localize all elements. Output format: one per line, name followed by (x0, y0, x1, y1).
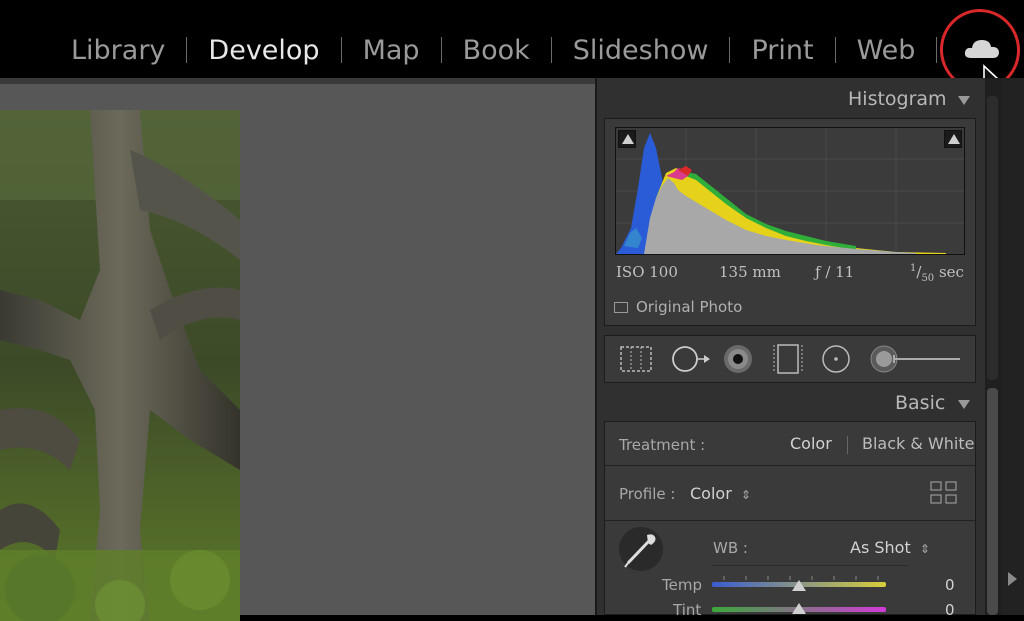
module-picker-bar: Library Develop Map Book Slideshow Print… (0, 0, 1024, 97)
exif-aperture: ƒ / 11 (815, 263, 855, 281)
panel-scrollbar-upper (987, 96, 998, 380)
module-map[interactable]: Map (363, 35, 420, 66)
module-separator (729, 37, 731, 63)
temp-value[interactable]: 0 (945, 576, 955, 594)
histogram-title[interactable]: Histogram (848, 88, 947, 110)
profile-value: Color (690, 484, 732, 503)
profile-stepper-icon: ⇕ (740, 488, 751, 502)
exif-shutter-denominator: 50 (921, 273, 935, 284)
basic-panel-title[interactable]: Basic (895, 392, 945, 414)
module-book[interactable]: Book (463, 35, 530, 66)
wb-divider (712, 565, 908, 566)
exif-shutter: 1/50 sec (910, 263, 964, 284)
module-separator (340, 37, 342, 63)
profile-select[interactable]: Color ⇕ (690, 484, 751, 503)
white-balance-eyedropper-icon[interactable] (617, 525, 665, 573)
spot-removal-icon[interactable] (670, 343, 712, 375)
row-divider (605, 520, 975, 521)
wb-select[interactable]: As Shot ⇕ (850, 538, 930, 557)
histogram-graph[interactable] (615, 127, 965, 255)
module-separator (440, 37, 442, 63)
row-divider (605, 465, 975, 466)
temp-label: Temp (662, 576, 702, 594)
panel-scrollbar-thumb[interactable] (987, 388, 998, 615)
module-separator (550, 37, 552, 63)
temp-slider-thumb[interactable] (792, 580, 806, 591)
exif-shutter-numerator: 1 (910, 263, 917, 274)
highlight-clipping-toggle[interactable] (944, 130, 962, 148)
histogram-collapse-icon[interactable] (958, 96, 970, 105)
radial-filter-icon[interactable] (820, 343, 852, 375)
exif-shutter-unit: sec (938, 263, 964, 281)
module-separator (936, 37, 938, 63)
module-develop[interactable]: Develop (208, 35, 319, 66)
red-eye-icon[interactable] (722, 343, 754, 375)
profile-browser-grid-icon[interactable] (930, 481, 958, 505)
right-panel-edge (1002, 78, 1024, 615)
original-photo-checkbox[interactable] (614, 301, 628, 313)
crop-overlay-icon[interactable] (618, 344, 654, 374)
module-list: Library Develop Map Book Slideshow Print… (71, 30, 958, 70)
collapse-panel-arrow-icon[interactable] (1008, 572, 1017, 586)
tint-label: Tint (673, 601, 702, 619)
tint-slider-thumb[interactable] (792, 603, 806, 614)
module-separator (186, 37, 188, 63)
treatment-color-option[interactable]: Color (790, 434, 832, 453)
photo-preview (0, 110, 240, 621)
module-library[interactable]: Library (71, 35, 165, 66)
original-photo-label: Original Photo (636, 298, 743, 316)
original-photo-toggle[interactable]: Original Photo (614, 298, 742, 316)
tint-value[interactable]: 0 (945, 601, 955, 619)
exif-focal-length: 135 mm (719, 263, 781, 281)
shadow-clipping-toggle[interactable] (618, 130, 636, 148)
treatment-separator (847, 436, 848, 454)
wb-label: WB : (713, 539, 748, 557)
photo-canvas[interactable] (0, 78, 595, 621)
profile-label: Profile : (619, 485, 676, 503)
basic-collapse-icon[interactable] (958, 400, 970, 409)
module-web[interactable]: Web (857, 35, 916, 66)
wb-stepper-icon: ⇕ (919, 542, 930, 556)
graduated-filter-icon[interactable] (772, 343, 804, 375)
module-separator (834, 37, 836, 63)
wb-value: As Shot (850, 538, 911, 557)
module-print[interactable]: Print (751, 35, 813, 66)
treatment-bw-option[interactable]: Black & White (862, 434, 974, 453)
exif-iso: ISO 100 (616, 263, 678, 281)
treatment-label: Treatment : (619, 436, 706, 454)
module-slideshow[interactable]: Slideshow (573, 35, 709, 66)
adjustment-brush-icon[interactable] (868, 343, 964, 375)
